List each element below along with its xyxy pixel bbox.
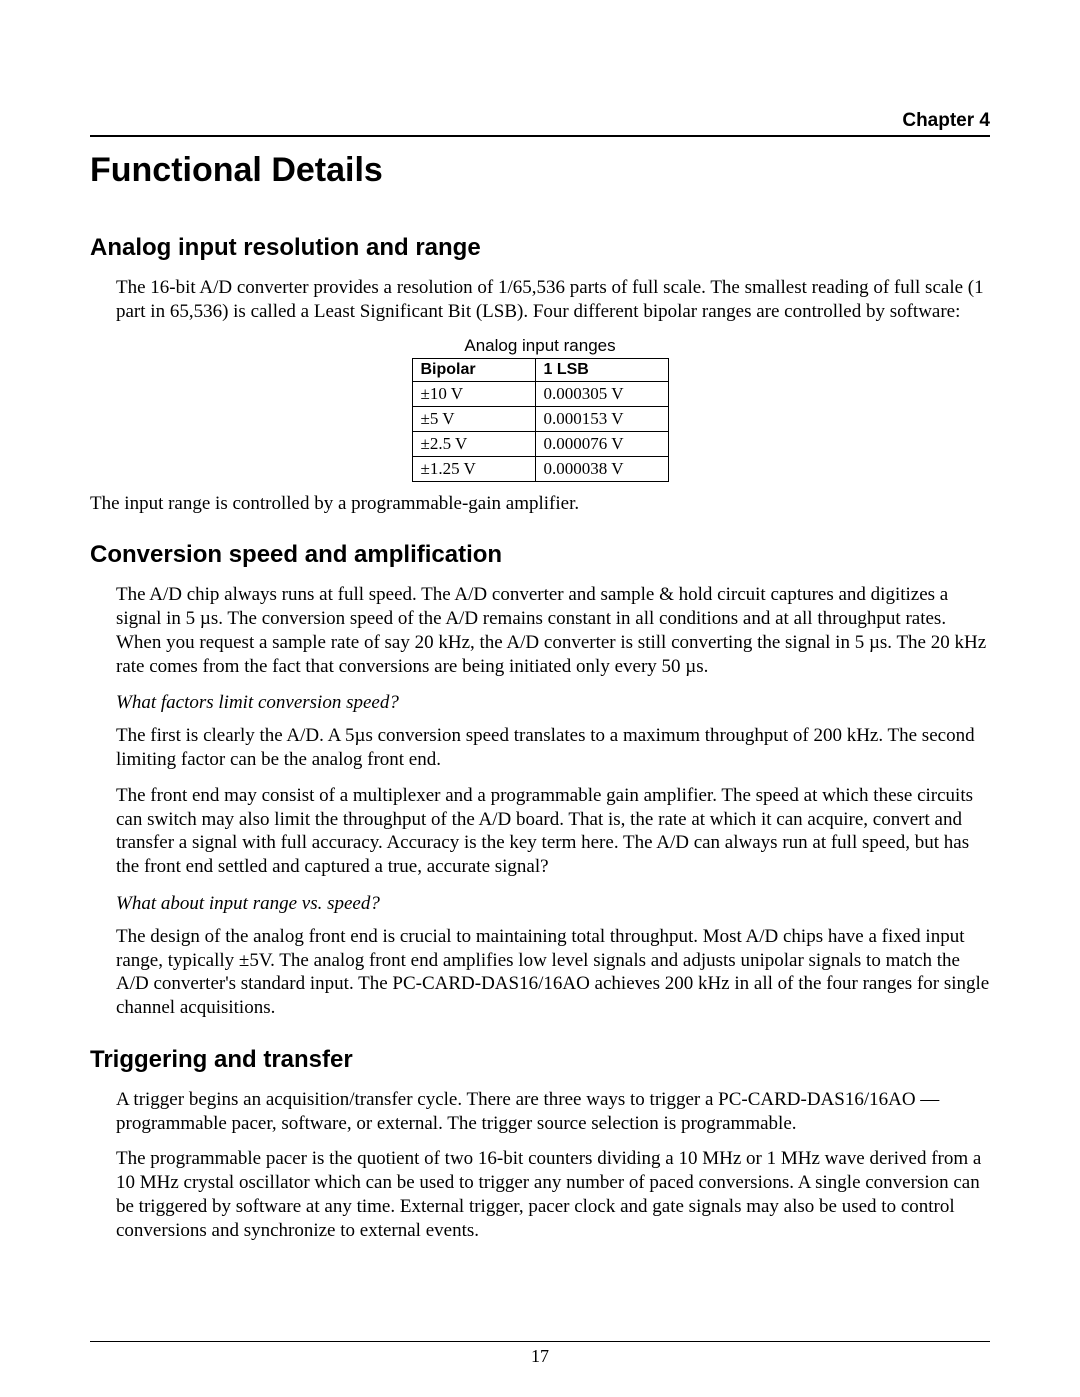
table-cell: 0.000076 V — [535, 431, 668, 456]
table-cell: 0.000038 V — [535, 456, 668, 481]
table-cell: ±5 V — [412, 406, 535, 431]
table-cell: ±2.5 V — [412, 431, 535, 456]
para-conv-4: The design of the analog front end is cr… — [90, 925, 990, 1020]
para-trig-1: A trigger begins an acquisition/transfer… — [90, 1088, 990, 1136]
para-conv-3: The front end may consist of a multiplex… — [90, 784, 990, 879]
page-number: 17 — [0, 1346, 1080, 1367]
table-cell: 0.000305 V — [535, 381, 668, 406]
table-header: Bipolar — [412, 358, 535, 381]
subhead-factors: What factors limit conversion speed? — [90, 692, 990, 714]
table-cell: ±1.25 V — [412, 456, 535, 481]
table-header-row: Bipolar 1 LSB — [412, 358, 668, 381]
table-row: ±5 V 0.000153 V — [412, 406, 668, 431]
table-cell: 0.000153 V — [535, 406, 668, 431]
para-analog-gain: The input range is controlled by a progr… — [90, 492, 990, 516]
table-row: ±10 V 0.000305 V — [412, 381, 668, 406]
heading-trigger: Triggering and transfer — [90, 1046, 990, 1074]
heading-analog: Analog input resolution and range — [90, 234, 990, 262]
chapter-label: Chapter 4 — [90, 110, 990, 137]
table-caption: Analog input ranges — [90, 336, 990, 356]
para-analog-intro: The 16-bit A/D converter provides a reso… — [90, 276, 990, 324]
table-cell: ±10 V — [412, 381, 535, 406]
table-row: ±2.5 V 0.000076 V — [412, 431, 668, 456]
footer-rule — [90, 1341, 990, 1342]
chapter-title: Functional Details — [90, 151, 990, 190]
table-row: ±1.25 V 0.000038 V — [412, 456, 668, 481]
para-conv-1: The A/D chip always runs at full speed. … — [90, 583, 990, 678]
page: Chapter 4 Functional Details Analog inpu… — [0, 0, 1080, 1397]
para-trig-2: The programmable pacer is the quotient o… — [90, 1147, 990, 1242]
analog-input-ranges-table: Bipolar 1 LSB ±10 V 0.000305 V ±5 V 0.00… — [412, 358, 669, 482]
heading-conversion: Conversion speed and amplification — [90, 541, 990, 569]
subhead-range-speed: What about input range vs. speed? — [90, 893, 990, 915]
para-conv-2: The first is clearly the A/D. A 5µs conv… — [90, 724, 990, 772]
table-header: 1 LSB — [535, 358, 668, 381]
